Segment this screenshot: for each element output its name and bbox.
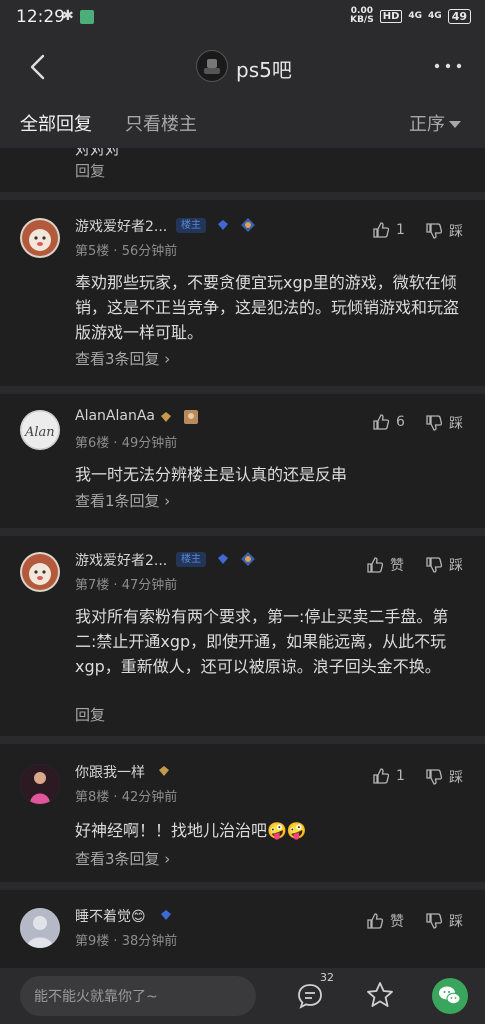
tab-all-replies[interactable]: 全部回复 [20,110,92,136]
username[interactable]: 睡不着觉😊 [75,906,146,926]
post-body: 我一时无法分辨楼主是认真的还是反串 [75,465,348,484]
level-icon [241,218,255,232]
status-bar: 12:29 ✱ 0.00 KB/S HD 4G 4G 49 [0,0,485,36]
comment-icon[interactable] [296,982,324,1010]
post-body: 奉劝那些玩家，不要贪便宜玩xgp里的游戏，微软在倾销，这是不正当竞争，这是犯法的… [75,273,460,342]
star-icon[interactable] [366,981,394,1009]
thumbs-down-icon [426,913,443,929]
thumbs-down-icon [426,415,443,431]
svg-text:Alan: Alan [24,425,55,440]
diamond-icon [218,220,228,230]
sort-label: 正序 [409,114,445,135]
person-avatar-icon [20,764,60,804]
post-body: 我对所有索粉有两个要求，第一:停止买卖二手盘。第二:禁止开通xgp，即使开通，如… [75,607,449,676]
truncated-reply-text: 对对对 [75,148,121,158]
dislike-button[interactable]: 踩 [425,911,463,931]
thumbs-down-icon [426,223,443,239]
post-meta: 第5楼 · 56分钟前 [75,244,178,259]
like-button[interactable]: 1 [372,767,405,785]
diamond-icon [161,412,171,422]
like-button[interactable]: 赞 [366,911,404,931]
nav-bar: ps5吧 [0,36,485,98]
post-meta: 第8楼 · 42分钟前 [75,790,178,805]
like-button[interactable]: 6 [372,413,405,431]
comment-count: 32 [320,971,334,984]
dislike-button[interactable]: 踩 [425,767,463,787]
default-avatar-icon [20,908,60,948]
bluetooth-icon: ✱ [62,8,74,24]
thumbs-up-icon [373,222,390,238]
post-meta: 第6楼 · 49分钟前 [75,436,178,451]
diamond-icon [159,766,169,776]
lion-avatar-icon [22,220,58,256]
dislike-button[interactable]: 踩 [425,221,463,241]
wechat-share-button[interactable] [432,978,468,1014]
divider [0,528,485,536]
app-notification-icon [80,10,94,24]
diamond-icon [218,554,228,564]
username[interactable]: 你跟我一样 [75,762,145,782]
thumbs-up-icon [373,414,390,430]
reply-link[interactable]: 回复 [75,704,105,725]
view-replies-link[interactable]: 查看1条回复 › [75,490,170,511]
view-replies-link[interactable]: 查看3条回复 › [75,848,170,869]
thumbs-up-icon [367,913,384,929]
level-icon [241,552,255,566]
username[interactable]: 游戏爱好者2... [75,216,167,236]
divider [0,736,485,744]
status-time: 12:29 [16,7,65,27]
signal-icon-2: 4G [428,11,442,21]
diamond-icon [161,910,171,920]
caret-down-icon [449,120,461,128]
hd-badge: HD [379,9,403,23]
avatar[interactable] [20,552,60,592]
battery-icon: 49 [447,8,471,24]
sort-dropdown[interactable]: 正序 [409,110,461,136]
dislike-button[interactable]: 踩 [425,555,463,575]
owner-badge: 楼主 [176,552,206,567]
forum-logo-icon [204,59,220,74]
divider [0,386,485,394]
like-button[interactable]: 1 [372,221,405,239]
avatar[interactable]: Alan [20,410,60,450]
reply-filter-tabs: 全部回复 只看楼主 正序 [0,98,485,149]
thumbs-down-icon [426,769,443,785]
view-replies-link[interactable]: 查看3条回复 › [75,348,170,369]
signal-icon-1: 4G [408,11,423,21]
reply-link[interactable]: 回复 [75,160,105,181]
avatar[interactable] [20,764,60,804]
avatar[interactable] [20,908,60,948]
thumbs-up-icon [367,557,384,573]
post-meta: 第9楼 · 38分钟前 [75,934,178,949]
post-body: 好神经啊！！找地儿治治吧🤪🤪 [75,821,307,840]
level-icon [184,410,198,424]
username[interactable]: 游戏爱好者2... [75,550,167,570]
tab-owner-only[interactable]: 只看楼主 [125,110,197,136]
lion-avatar-icon [22,554,58,590]
dislike-button[interactable]: 踩 [425,413,463,433]
username[interactable]: AlanAlanAa [75,408,155,424]
post-meta: 第7楼 · 47分钟前 [75,578,178,593]
divider [0,192,485,200]
forum-avatar[interactable] [196,50,228,82]
thumbs-down-icon [426,557,443,573]
bottom-bar: 能不能火就靠你了~ 32 [0,968,485,1024]
reply-feed[interactable]: 对对对 回复 游戏爱好者2... 楼主 第5楼 · 56分钟前 1 踩 奉劝那些… [0,148,485,968]
more-icon[interactable] [431,54,465,78]
avatar[interactable] [20,218,60,258]
comment-input[interactable]: 能不能火就靠你了~ [20,976,256,1016]
thumbs-up-icon [373,768,390,784]
divider [0,882,485,890]
alan-avatar-icon: Alan [20,410,60,450]
forum-title[interactable]: ps5吧 [236,54,292,83]
like-button[interactable]: 赞 [366,555,404,575]
owner-badge: 楼主 [176,218,206,233]
back-icon[interactable] [22,50,56,84]
network-speed: 0.00 KB/S [350,6,374,25]
wechat-icon [439,986,461,1005]
comment-input-placeholder: 能不能火就靠你了~ [34,989,158,1005]
